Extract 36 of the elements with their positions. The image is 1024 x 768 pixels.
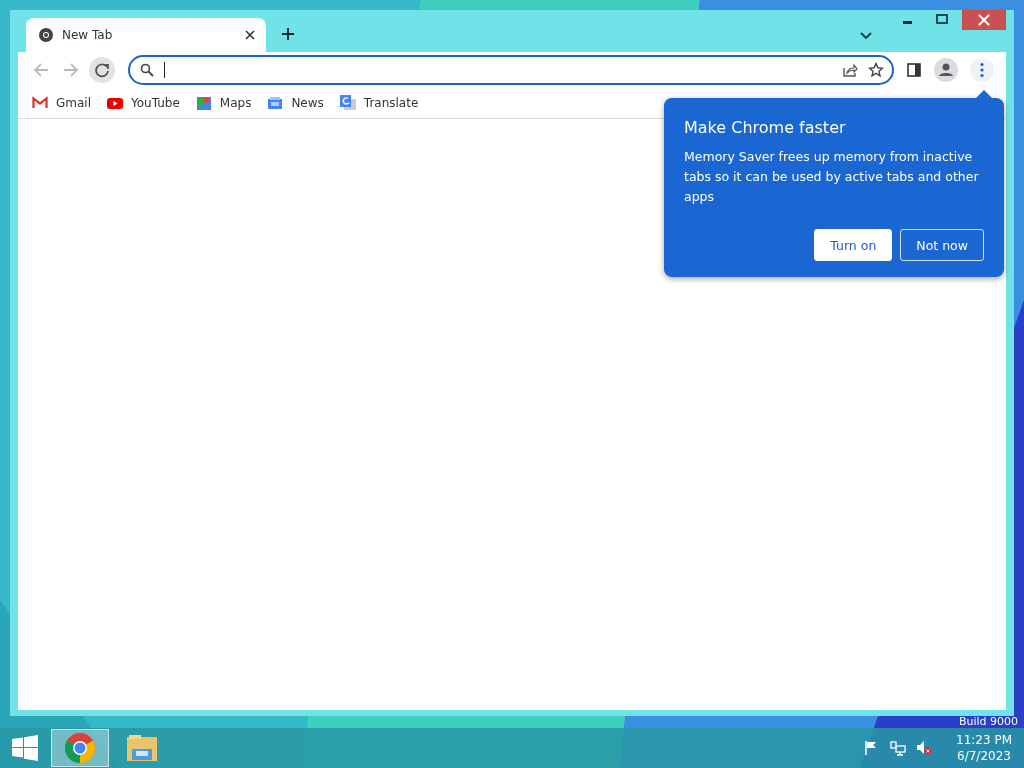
chevron-down-icon[interactable] <box>860 32 872 40</box>
clock-time[interactable]: 11:23 PM <box>956 732 1012 748</box>
search-icon <box>140 63 154 77</box>
new-tab-icon[interactable] <box>281 27 295 41</box>
address-bar[interactable] <box>128 55 894 85</box>
reload-icon[interactable] <box>88 56 116 84</box>
map-icon <box>195 95 212 111</box>
bookmark-link[interactable]: Gmail <box>32 95 91 111</box>
side-panel-icon[interactable] <box>906 62 922 78</box>
translate-icon <box>339 95 356 111</box>
bookmark-link[interactable]: News <box>267 95 324 111</box>
bookmark-link[interactable]: Maps <box>195 95 252 111</box>
chrome-logo-icon <box>64 732 96 764</box>
bubble-title: Make Chrome faster <box>684 118 847 137</box>
star-icon[interactable] <box>868 62 884 78</box>
envelope-icon <box>32 95 48 111</box>
dismiss-button[interactable]: Not now <box>900 229 984 261</box>
clock-date[interactable]: 6/7/2023 <box>957 748 1011 764</box>
folder-icon <box>126 732 158 764</box>
windows-logo-icon[interactable] <box>12 735 38 761</box>
bubble-text: Memory Saver frees up memory from inactive tabs so it can be used by active tabs and other apps <box>684 148 980 206</box>
chrome-taskbar-button[interactable] <box>51 729 109 767</box>
close-window-icon[interactable] <box>962 10 1006 30</box>
muted-speaker-icon[interactable] <box>916 740 932 756</box>
close-icon[interactable] <box>244 29 256 41</box>
menu-icon[interactable] <box>970 58 994 82</box>
bookmark-link[interactable]: Translate <box>339 95 419 111</box>
share-icon[interactable] <box>842 62 858 78</box>
network-icon[interactable] <box>890 740 906 756</box>
bookmark-link[interactable]: YouTube <box>107 95 180 111</box>
browser-tab[interactable]: New Tab <box>26 18 266 52</box>
turn-on-button[interactable]: Turn on <box>814 229 893 261</box>
play-icon <box>107 95 123 111</box>
newspaper-icon <box>267 95 284 111</box>
build-label: Build 9000 <box>958 715 1018 728</box>
profile-icon[interactable] <box>934 58 958 82</box>
